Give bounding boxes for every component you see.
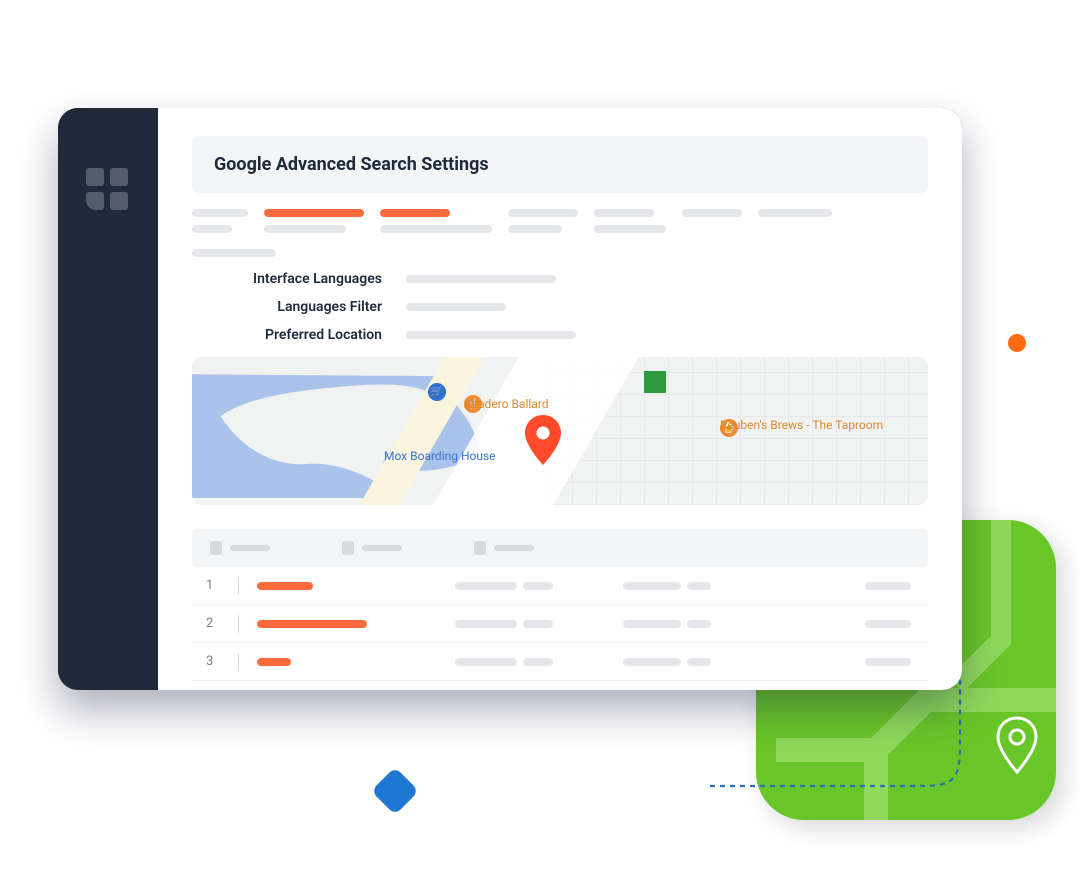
settings-block: Interface Languages Languages Filter Pre… — [192, 271, 928, 343]
table-row[interactable]: 2 — [192, 605, 928, 643]
table-col-2[interactable] — [342, 541, 402, 555]
dashboard-icon[interactable] — [86, 168, 130, 212]
tab-active-2[interactable] — [380, 209, 450, 217]
table-col-3[interactable] — [474, 541, 534, 555]
map-pin-outline-icon — [994, 716, 1040, 778]
park-icon — [644, 371, 666, 393]
poi-asadero[interactable]: 🍴 Asadero Ballard — [464, 395, 482, 413]
table-col-1[interactable] — [210, 541, 270, 555]
setting-value-placeholder[interactable] — [406, 275, 556, 283]
poi-label: Asadero Ballard — [464, 397, 549, 411]
tab-active-1[interactable] — [264, 209, 364, 217]
content-pane: Google Advanced Search Settings Interfac… — [158, 108, 962, 690]
tab-4[interactable] — [594, 209, 654, 217]
setting-value-placeholder[interactable] — [406, 303, 506, 311]
map-preview[interactable]: 🛒 🍴 Asadero Ballard Mox Boarding House 🍺… — [192, 357, 928, 505]
table-row[interactable]: 1 — [192, 567, 928, 605]
setting-value-placeholder[interactable] — [406, 331, 576, 339]
setting-label: Preferred Location — [192, 327, 382, 343]
page-title: Google Advanced Search Settings — [192, 136, 928, 193]
poi-label: Reuben's Brews - The Taproom — [720, 419, 883, 433]
sidebar — [58, 108, 158, 690]
tab-strip — [192, 209, 928, 257]
app-window: Google Advanced Search Settings Interfac… — [58, 108, 962, 690]
poi-mox[interactable]: Mox Boarding House — [384, 449, 496, 463]
row-index: 2 — [206, 616, 220, 631]
setting-label: Languages Filter — [192, 299, 382, 315]
blue-waypoint-icon — [371, 767, 419, 815]
row-index: 1 — [206, 578, 220, 593]
map-pin-icon[interactable] — [524, 415, 562, 469]
table-header — [192, 529, 928, 567]
shopping-icon: 🛒 — [428, 383, 446, 401]
poi-shopping: 🛒 — [428, 379, 446, 401]
poi-reubens[interactable]: 🍺 Reuben's Brews - The Taproom — [720, 419, 738, 437]
tab-6[interactable] — [758, 209, 832, 217]
tab-5[interactable] — [682, 209, 742, 217]
tab-3[interactable] — [508, 209, 578, 217]
setting-languages-filter: Languages Filter — [192, 299, 928, 315]
orange-node-icon — [1008, 334, 1026, 352]
setting-interface-languages: Interface Languages — [192, 271, 928, 287]
tab-7[interactable] — [192, 249, 276, 257]
setting-label: Interface Languages — [192, 271, 382, 287]
setting-preferred-location: Preferred Location — [192, 327, 928, 343]
table-row[interactable]: 3 — [192, 643, 928, 681]
row-index: 3 — [206, 654, 220, 669]
